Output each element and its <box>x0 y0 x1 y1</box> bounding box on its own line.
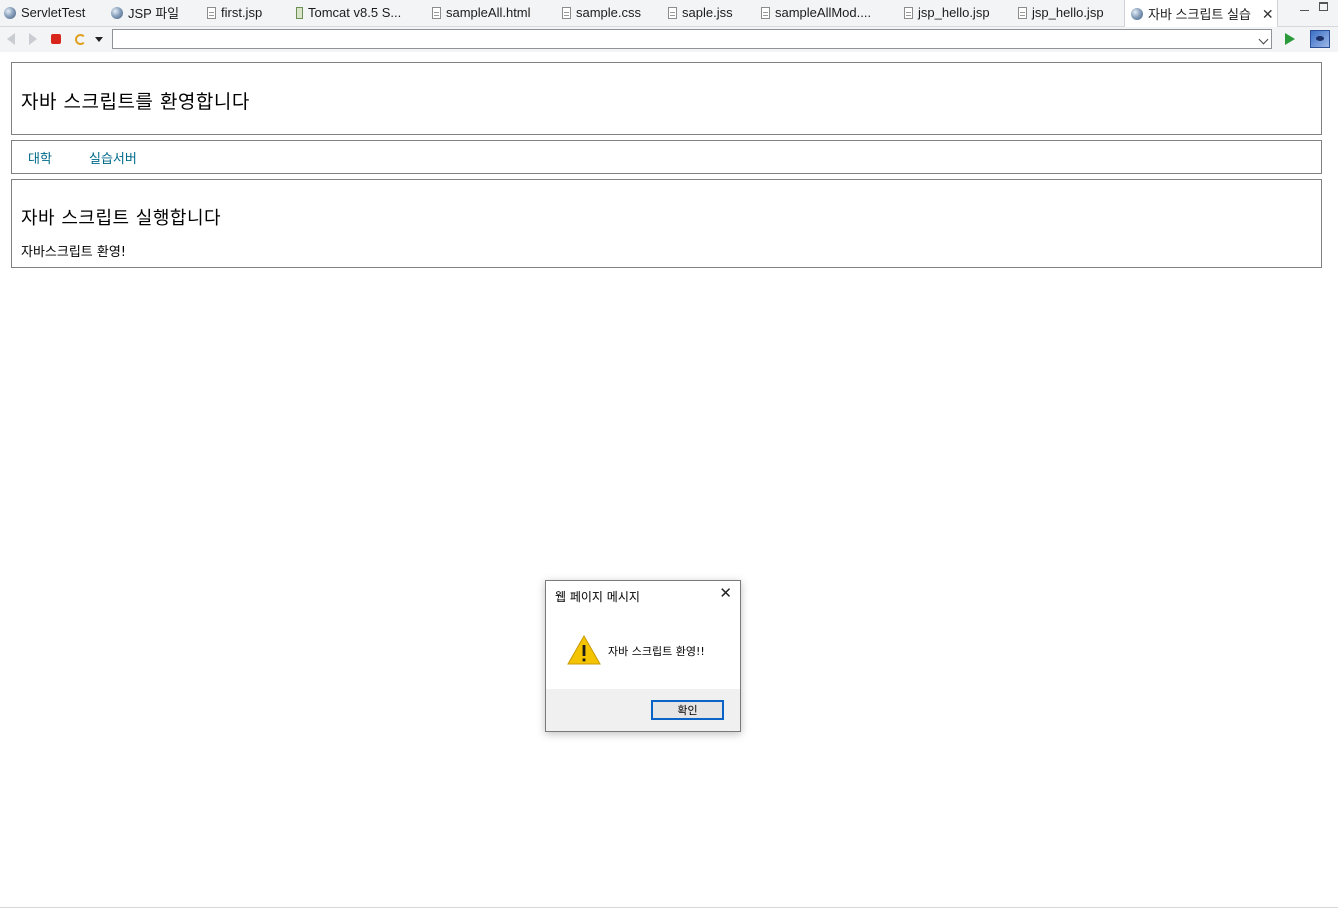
content-text: 자바스크립트 환영! <box>21 245 127 260</box>
dialog-footer: 확인 <box>546 689 740 731</box>
forward-arrow-icon <box>29 33 37 45</box>
browser-logo-button[interactable] <box>1310 30 1330 48</box>
page-nav: 대학 실습서버 <box>11 140 1322 174</box>
tab-label: jsp_hello.jsp <box>1032 5 1104 20</box>
file-icon <box>761 6 770 19</box>
tab-sample-css[interactable]: sample.css <box>562 0 662 25</box>
file-icon <box>207 6 216 19</box>
page-header: 자바 스크립트를 환영합니다 <box>11 62 1322 135</box>
nav-link-university[interactable]: 대학 <box>28 148 52 167</box>
editor-tab-bar: ServletTest JSP 파일 first.jsp Tomcat v8.5… <box>0 0 1338 27</box>
back-arrow-icon <box>7 33 15 45</box>
content-title: 자바 스크립트 실행합니다 <box>21 208 222 229</box>
file-icon <box>904 6 913 19</box>
tab-jsp-hello-2[interactable]: jsp_hello.jsp <box>1018 0 1122 25</box>
globe-icon <box>1131 7 1143 20</box>
tab-jsp-hello-1[interactable]: jsp_hello.jsp <box>904 0 1008 25</box>
globe-icon <box>111 6 123 19</box>
tab-sampleallmod[interactable]: sampleAllMod.... <box>761 0 899 25</box>
jar-icon <box>296 6 303 19</box>
warning-icon <box>567 634 601 665</box>
page-content: 자바 스크립트 실행합니다 자바스크립트 환영! <box>11 179 1322 268</box>
file-icon <box>432 6 441 19</box>
tab-label: first.jsp <box>221 5 263 20</box>
refresh-button[interactable] <box>72 31 88 47</box>
play-icon <box>1285 33 1295 45</box>
refresh-dropdown-button[interactable] <box>91 31 107 47</box>
dialog-title: 웹 페이지 메시지 <box>555 590 640 604</box>
tab-servlettest[interactable]: ServletTest <box>4 0 100 25</box>
tab-jsp-file[interactable]: JSP 파일 <box>111 0 197 25</box>
forward-button[interactable] <box>25 31 41 47</box>
tab-tomcat[interactable]: Tomcat v8.5 S... <box>296 0 422 25</box>
tab-label: sample.css <box>576 5 642 20</box>
tab-label: Tomcat v8.5 S... <box>308 5 402 20</box>
back-button[interactable] <box>3 31 19 47</box>
tab-sampleall-html[interactable]: sampleAll.html <box>432 0 550 25</box>
tab-label: sampleAllMod.... <box>775 5 872 20</box>
browser-logo-icon <box>1310 30 1330 48</box>
file-icon <box>562 6 571 19</box>
tab-label: sampleAll.html <box>446 5 531 20</box>
ok-button[interactable]: 확인 <box>651 700 724 720</box>
file-icon <box>668 6 677 19</box>
alert-dialog: 웹 페이지 메시지 ✕ 자바 스크립트 환영!! 확인 <box>545 580 741 732</box>
refresh-icon <box>74 33 86 45</box>
globe-icon <box>4 6 16 19</box>
tab-javascript-practice[interactable]: 자바 스크립트 실습 ✕ <box>1124 0 1278 27</box>
stop-button[interactable] <box>48 31 64 47</box>
view-window-controls <box>1300 2 1328 11</box>
browser-toolbar <box>0 27 1338 52</box>
maximize-icon[interactable] <box>1319 2 1328 11</box>
tab-label: ServletTest <box>21 5 86 20</box>
close-icon[interactable]: ✕ <box>1262 7 1274 21</box>
close-icon[interactable]: ✕ <box>719 586 732 601</box>
tab-label: JSP 파일 <box>128 6 180 21</box>
tab-label: saple.jss <box>682 5 733 20</box>
dialog-message: 자바 스크립트 환영!! <box>608 645 705 658</box>
page-title: 자바 스크립트를 환영합니다 <box>21 91 250 113</box>
minimize-icon[interactable] <box>1300 2 1309 11</box>
go-button[interactable] <box>1282 31 1298 47</box>
status-divider <box>0 907 1338 908</box>
tab-first-jsp[interactable]: first.jsp <box>207 0 287 25</box>
dropdown-arrow-icon <box>95 36 103 42</box>
stop-icon <box>51 34 61 44</box>
tab-saple-jss[interactable]: saple.jss <box>668 0 758 25</box>
url-input[interactable] <box>112 29 1272 49</box>
nav-link-practice-server[interactable]: 실습서버 <box>89 148 137 167</box>
chevron-down-icon[interactable] <box>1258 34 1269 45</box>
tab-label: 자바 스크립트 실습 <box>1148 7 1251 22</box>
file-icon <box>1018 6 1027 19</box>
tab-label: jsp_hello.jsp <box>918 5 990 20</box>
